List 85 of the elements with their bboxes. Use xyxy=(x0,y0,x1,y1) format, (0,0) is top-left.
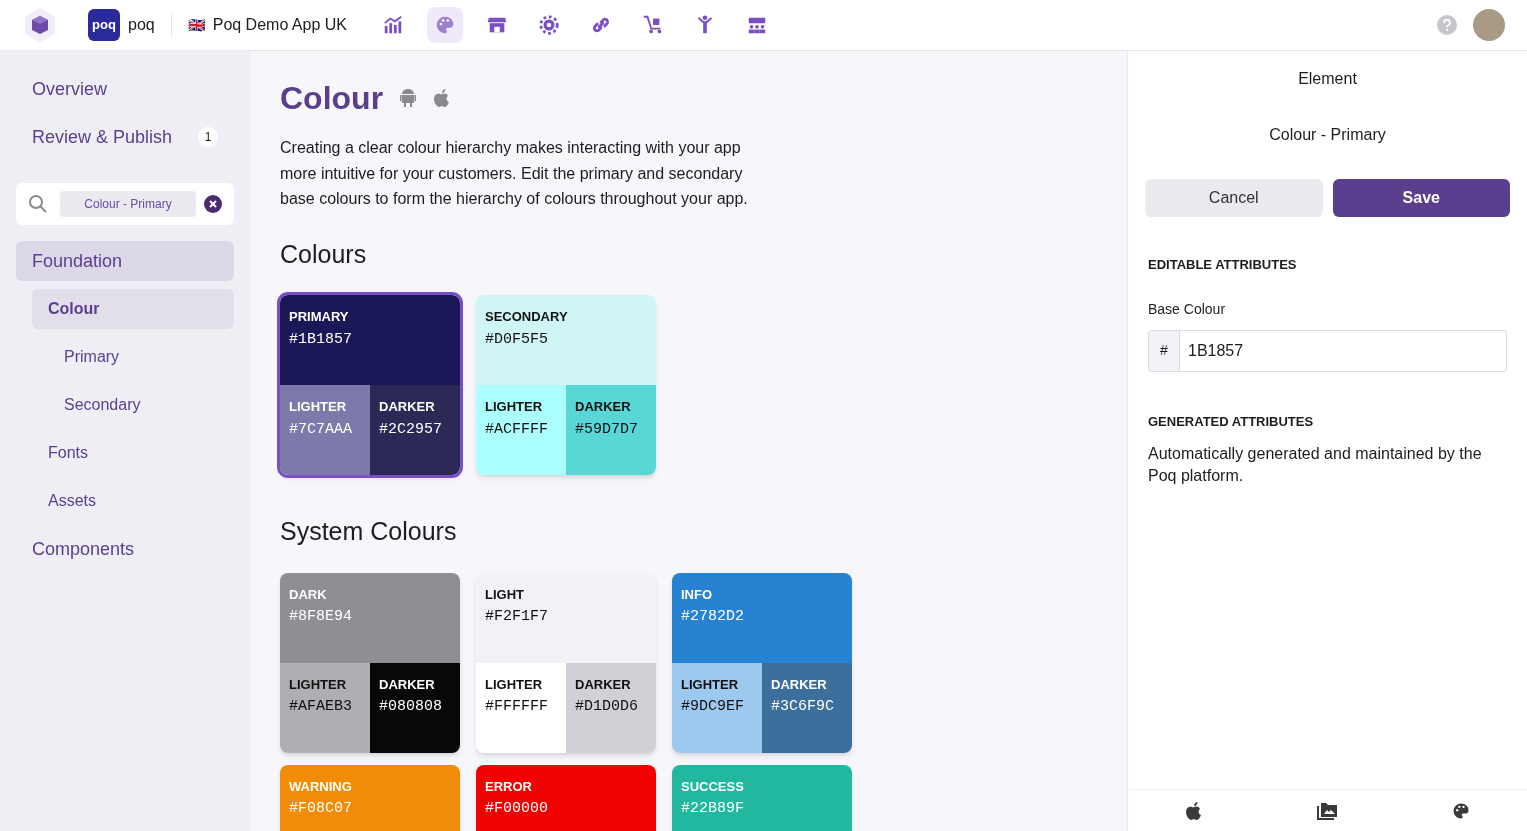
nav-tab[interactable] xyxy=(427,7,463,43)
swatch-label: ERROR xyxy=(485,777,533,796)
swatch-label: DARKER xyxy=(771,675,828,694)
avatar[interactable] xyxy=(1473,9,1505,41)
hex-value: #AFAEB3 xyxy=(289,697,353,717)
apple-icon xyxy=(433,88,452,108)
hex-value: #22B89F xyxy=(681,799,745,819)
cube-logo-icon[interactable] xyxy=(22,7,58,43)
hex-value: #1B1857 xyxy=(289,329,353,350)
flag-icon: 🇬🇧 xyxy=(187,14,205,36)
swatch-label: DARKER xyxy=(575,675,632,694)
tree-item[interactable]: Primary xyxy=(16,337,234,377)
gear-icon xyxy=(538,14,560,36)
section-title: System Colours xyxy=(280,516,458,547)
colour-swatch-card[interactable]: SECONDARY #D0F5F5 LIGHTER #ACFFFF DARKER #59D7D7 xyxy=(476,295,656,475)
logo-badge: poq xyxy=(88,9,120,41)
hex-value: #080808 xyxy=(379,697,443,717)
colour-swatch-card[interactable]: LIGHT #F2F1F7 LIGHTER #FFFFFF DARKER #D1D0D6 xyxy=(476,572,656,753)
sidebar-item[interactable]: Review & Publish 1 xyxy=(16,113,234,161)
search-icon xyxy=(28,194,48,214)
swatch-label: SECONDARY xyxy=(485,308,569,326)
swatch-label: DARKER xyxy=(379,398,436,416)
palette-icon xyxy=(434,14,456,36)
clear-icon[interactable] xyxy=(204,195,222,213)
colour-swatch-card[interactable]: PRIMARY #1B1857 LIGHTER #7C7AAA DARKER #2C2957 xyxy=(280,295,460,475)
tree-item[interactable]: Assets xyxy=(32,481,234,521)
input-prefix: # xyxy=(1148,329,1180,372)
element-name: Colour - Primary xyxy=(1268,125,1387,145)
swatch-label: DARKER xyxy=(379,675,436,694)
swatch-label: INFO xyxy=(681,585,714,604)
swatch-label: SUCCESS xyxy=(681,777,745,796)
swatch-label: DARK xyxy=(289,585,328,604)
count-badge: 1 xyxy=(198,127,218,147)
search-field[interactable]: Colour - Primary xyxy=(16,183,234,225)
hex-value: #D1D0D6 xyxy=(575,697,639,717)
chart-icon xyxy=(382,14,404,36)
cart-icon xyxy=(642,14,664,36)
tree-item[interactable]: Secondary xyxy=(16,385,234,425)
hex-value: #2782D2 xyxy=(681,607,745,627)
sidebar-item[interactable]: Overview xyxy=(16,65,234,113)
hex-value: #F00000 xyxy=(485,799,549,819)
swatch-label: LIGHT xyxy=(485,585,525,604)
hex-value: #F2F1F7 xyxy=(485,607,549,627)
swatch-label: PRIMARY xyxy=(289,308,350,326)
hex-value: #D0F5F5 xyxy=(485,329,549,350)
swatch-label: LIGHTER xyxy=(681,675,740,694)
swatch-label: LIGHTER xyxy=(289,398,348,416)
save-button[interactable]: Save xyxy=(1332,179,1510,217)
hex-value: #3C6F9C xyxy=(771,697,835,717)
tree-item[interactable]: Colour xyxy=(32,289,234,329)
colour-swatch-card[interactable]: ERROR #F00000 xyxy=(476,764,656,831)
colour-input-field[interactable]: 1B1857 xyxy=(1180,329,1507,372)
image-folder-icon[interactable] xyxy=(1315,800,1338,821)
section-heading: EDITABLE ATTRIBUTES xyxy=(1148,256,1298,274)
tree-item[interactable]: Foundation xyxy=(16,241,234,281)
cancel-button[interactable]: Cancel xyxy=(1145,179,1323,217)
hex-value: #8F8E94 xyxy=(289,607,353,627)
app-brand: poq xyxy=(128,15,155,35)
page-title: Colour xyxy=(280,79,384,117)
hex-value: #59D7D7 xyxy=(575,419,639,440)
field-label: Base Colour xyxy=(1148,299,1227,319)
apple-icon[interactable] xyxy=(1184,800,1203,821)
tree-item[interactable]: Components xyxy=(16,529,234,569)
section-heading: GENERATED ATTRIBUTES xyxy=(1148,412,1315,431)
app-name[interactable]: Poq Demo App UK xyxy=(212,13,347,37)
section-title: Colours xyxy=(280,238,368,270)
generated-description: Automatically generated and maintained by the Poq platform. xyxy=(1148,444,1483,486)
colour-swatch-card[interactable]: DARK #8F8E94 LIGHTER #AFAEB3 DARKER #080808 xyxy=(280,572,460,753)
hex-value: #FFFFFF xyxy=(485,697,549,717)
hex-value: #ACFFFF xyxy=(485,419,549,440)
colour-swatch-card[interactable]: INFO #2782D2 LIGHTER #9DC9EF DARKER #3C6F9C xyxy=(672,572,852,753)
panel-heading: Element xyxy=(1297,69,1358,89)
swatch-label: LIGHTER xyxy=(485,675,544,694)
tree-item[interactable]: Fonts xyxy=(32,433,234,473)
swatch-label: LIGHTER xyxy=(289,675,348,694)
search-chip: Colour - Primary xyxy=(60,191,196,217)
android-icon xyxy=(399,88,418,108)
swatch-label: DARKER xyxy=(575,398,632,416)
hex-value: #F08C07 xyxy=(289,799,353,819)
hex-value: #2C2957 xyxy=(379,419,443,440)
swatch-label: WARNING xyxy=(289,777,353,796)
hex-value: #9DC9EF xyxy=(681,697,745,717)
hex-value: #7C7AAA xyxy=(289,419,353,440)
swatch-label: LIGHTER xyxy=(485,398,544,416)
description: Creating a clear colour hierarchy makes interacting with your app more intuitive for your customers. Edit the primary and secondary base colours to form the hierarchy of colours throughout your app. xyxy=(280,138,749,209)
